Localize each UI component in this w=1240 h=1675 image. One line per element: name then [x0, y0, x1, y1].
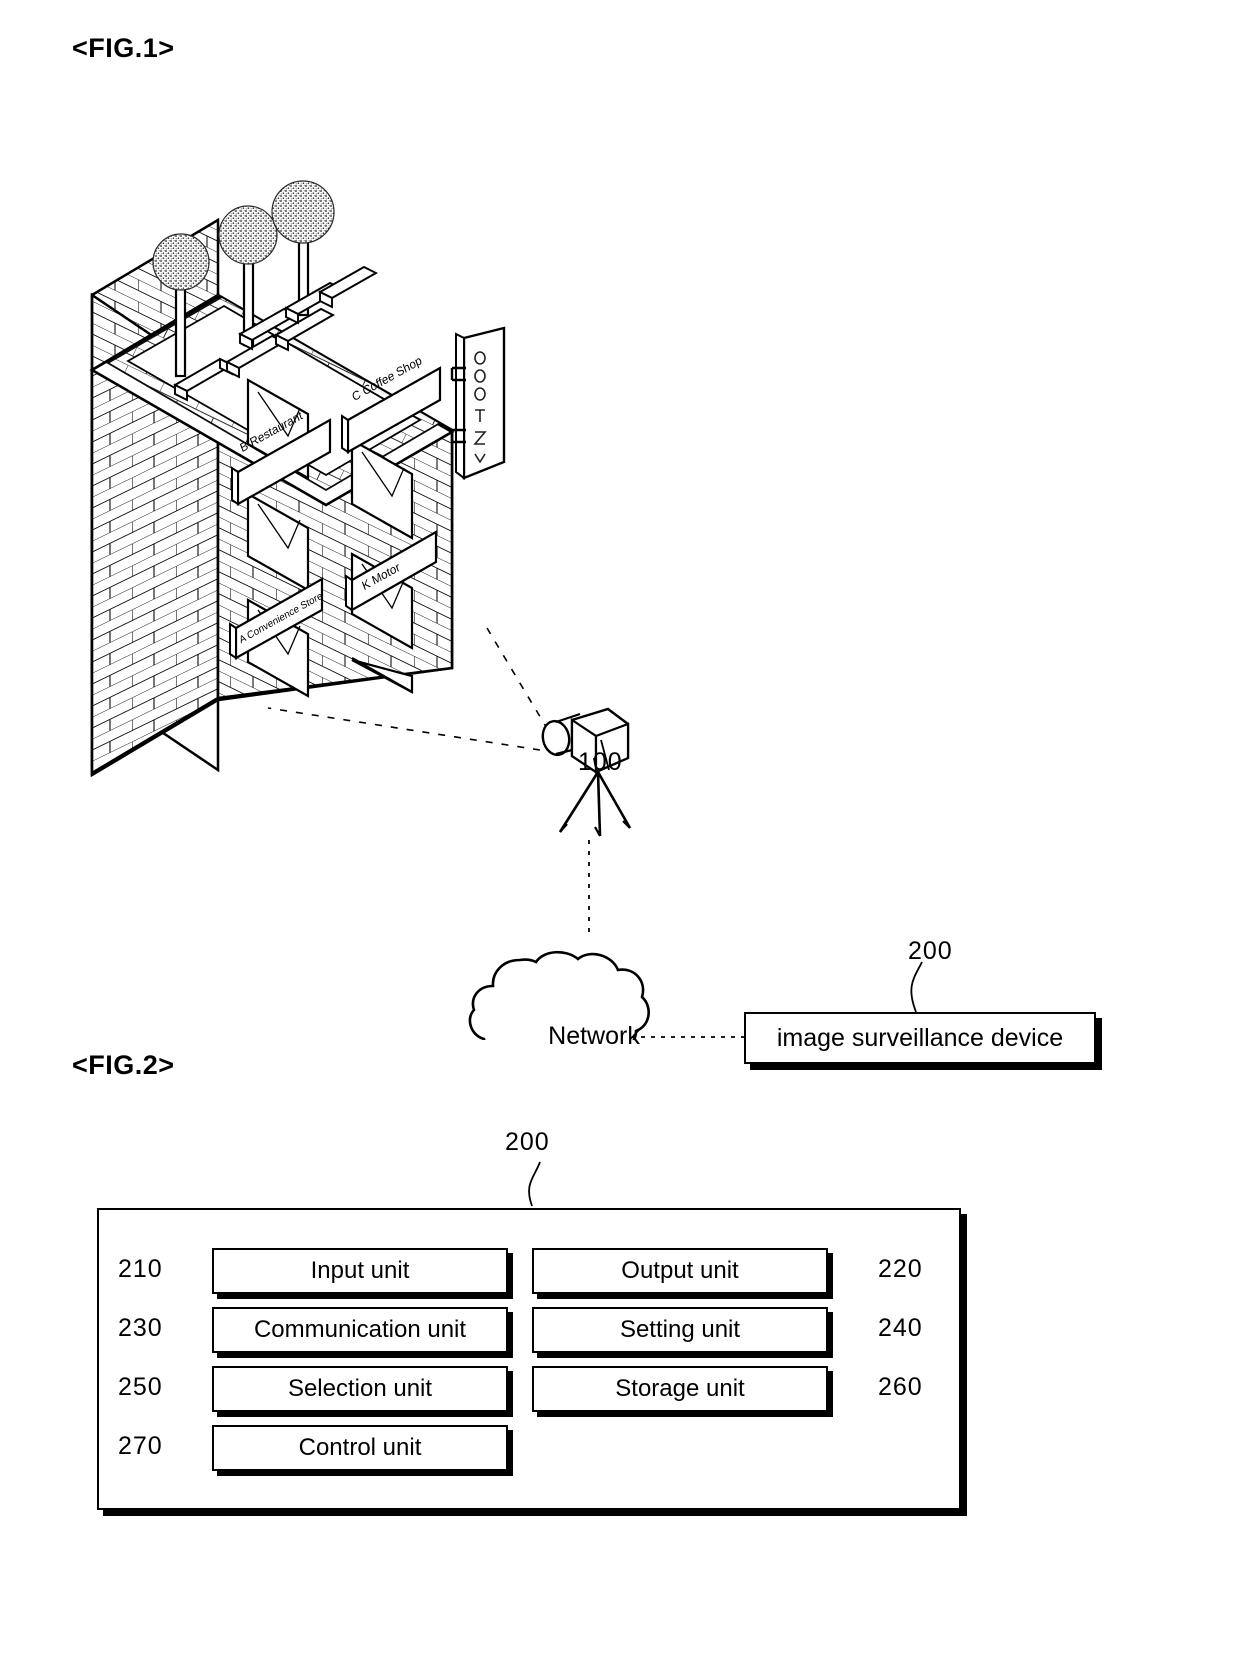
figure-1-drawing: 100 Network 200 image surveillance devic… [0, 80, 1240, 1064]
network-cloud-label: Network [548, 1022, 640, 1050]
ref-number-200-fig1: 200 [908, 937, 953, 965]
unit-label-output: Output unit [621, 1257, 739, 1284]
figure-1-title: <FIG.1> [72, 33, 175, 63]
unit-label-setting: Setting unit [619, 1316, 741, 1343]
unit-label-input: Input unit [310, 1257, 410, 1284]
unit-box-input[interactable]: Input unit [212, 1248, 508, 1294]
unit-label-selection: Selection unit [287, 1375, 433, 1402]
ref-number-270: 270 [118, 1432, 163, 1460]
figure-2-drawing: 200 Input unit Output unit Communication… [0, 1100, 1240, 1620]
unit-label-control: Control unit [298, 1434, 422, 1461]
ref-number-100: 100 [578, 748, 623, 776]
unit-label-communication: Communication unit [253, 1316, 467, 1343]
ref-number-220: 220 [878, 1255, 923, 1283]
ref-number-260: 260 [878, 1373, 923, 1401]
ref-number-200-fig2: 200 [505, 1128, 550, 1156]
ref-number-230: 230 [118, 1314, 163, 1342]
roof-bench-6 [317, 265, 379, 309]
vertical-sign-board [450, 326, 506, 480]
unit-box-storage[interactable]: Storage unit [532, 1366, 828, 1412]
unit-box-output[interactable]: Output unit [532, 1248, 828, 1294]
unit-box-setting[interactable]: Setting unit [532, 1307, 828, 1353]
leader-line-200-fig1 [910, 961, 923, 1013]
unit-label-storage: Storage unit [615, 1375, 745, 1402]
unit-box-communication[interactable]: Communication unit [212, 1307, 508, 1353]
image-surveillance-device-label: image surveillance device [776, 1023, 1064, 1052]
figure-2-title: <FIG.2> [72, 1050, 175, 1080]
ref-number-240: 240 [878, 1314, 923, 1342]
ref-number-250: 250 [118, 1373, 163, 1401]
unit-box-selection[interactable]: Selection unit [212, 1366, 508, 1412]
image-surveillance-device-box: image surveillance device [744, 1012, 1096, 1064]
leader-line-200-fig2 [528, 1161, 541, 1207]
figure-1-building [89, 180, 923, 1040]
unit-box-control[interactable]: Control unit [212, 1425, 508, 1471]
ref-number-210: 210 [118, 1255, 163, 1283]
